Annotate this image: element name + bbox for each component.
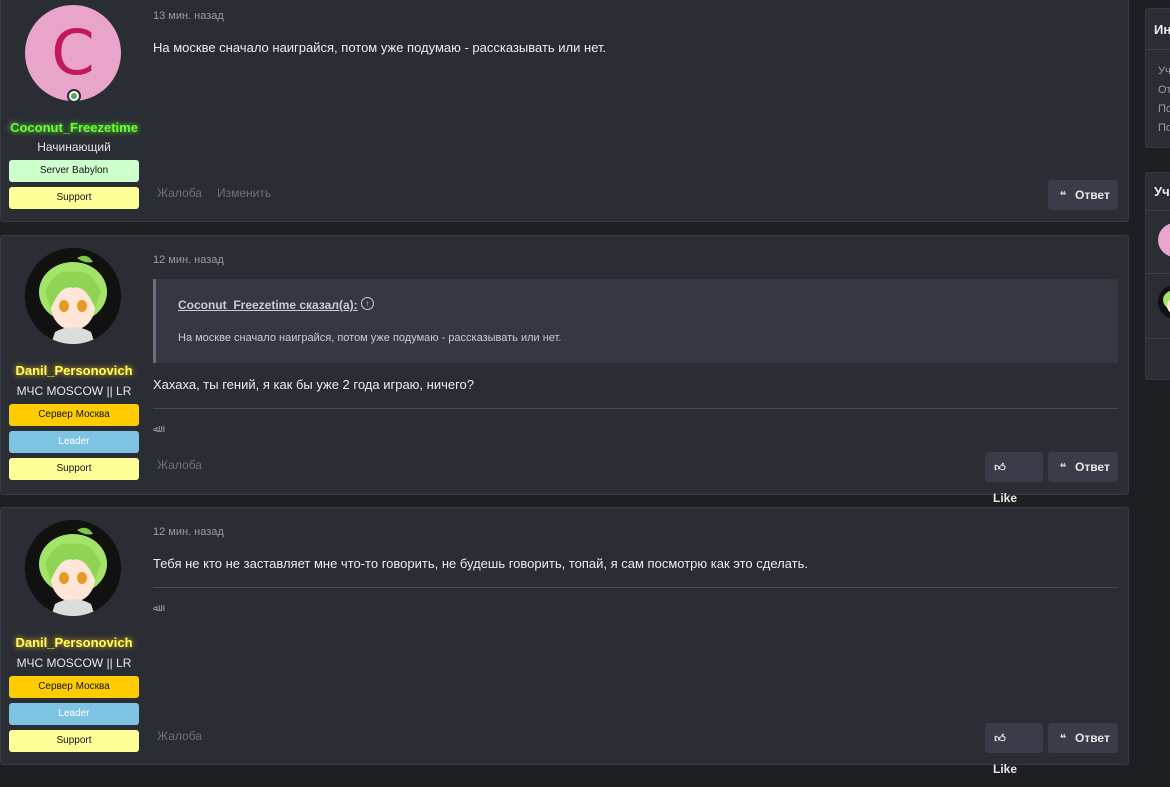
signature-divider — [153, 408, 1118, 409]
signature-divider — [153, 587, 1118, 588]
signature: ﷲ — [153, 424, 159, 435]
quote-icon: ❝ — [1059, 190, 1067, 202]
edit-link[interactable]: Изменить — [217, 186, 271, 200]
username[interactable]: Danil_Personovich — [1, 635, 147, 650]
user-title: Начинающий — [37, 140, 111, 154]
user-badge: Сервер Москва — [9, 676, 139, 698]
online-status-icon — [67, 89, 81, 103]
like-button[interactable]: 👍︎ Like — [985, 723, 1043, 776]
avatar[interactable] — [25, 248, 121, 344]
divider — [1146, 338, 1170, 339]
user-badge: Support — [9, 187, 139, 209]
thumbs-up-icon: 👍︎ — [994, 733, 1006, 745]
post-time[interactable]: 12 мин. назад — [153, 254, 224, 266]
like-label: Like — [993, 762, 1018, 776]
quote-icon: ❝ — [1059, 733, 1067, 745]
divider — [1146, 49, 1170, 50]
arrow-up-circle-icon[interactable]: ↑ — [361, 297, 374, 310]
reply-label: Ответ — [1075, 188, 1110, 202]
user-badge: Support — [9, 458, 139, 480]
post-time[interactable]: 13 мин. назад — [153, 10, 224, 22]
quote-author-link[interactable]: Coconut_Freezetime сказал(а): — [178, 298, 358, 312]
user-badge: Сервер Москва — [9, 404, 139, 426]
avatar[interactable] — [1158, 223, 1170, 257]
avatar-image — [25, 248, 121, 344]
reply-label: Ответ — [1075, 731, 1110, 745]
sidebar-info-line: От — [1158, 84, 1170, 96]
divider — [1146, 210, 1170, 211]
signature: ﷲ — [153, 603, 159, 614]
report-link[interactable]: Жалоба — [157, 729, 202, 743]
sidebar-info-line: Уч — [1158, 65, 1170, 77]
user-badge: Server Babylon — [9, 160, 139, 182]
user-badge: Leader — [9, 431, 139, 453]
post-3: Danil_Personovich МЧС MOSCOW || LR Серве… — [0, 507, 1129, 776]
reply-button[interactable]: ❝ Ответ — [1048, 180, 1118, 210]
sidebar-participants-title: Уч — [1154, 184, 1170, 199]
user-title: МЧС MOSCOW || LR — [16, 656, 132, 670]
reply-button[interactable]: ❝ Ответ — [1048, 723, 1118, 753]
like-label: Like — [993, 491, 1018, 505]
user-badge: Support — [9, 730, 139, 752]
post-time[interactable]: 12 мин. назад — [153, 526, 224, 538]
report-link[interactable]: Жалоба — [157, 186, 202, 200]
avatar[interactable] — [1158, 285, 1170, 319]
post-1: C Coconut_Freezetime Начинающий Server B… — [0, 0, 1129, 222]
quote-icon: ❝ — [1059, 462, 1067, 474]
avatar[interactable] — [25, 520, 121, 616]
post-message: Тебя не кто не заставляет мне что-то гов… — [153, 556, 808, 571]
user-title: МЧС MOSCOW || LR — [16, 384, 132, 398]
sidebar-info-line: По — [1158, 122, 1170, 134]
quote-text: На москве сначало наиграйся, потом уже п… — [178, 332, 562, 344]
post-message: На москве сначало наиграйся, потом уже п… — [153, 40, 607, 55]
avatar-image — [1158, 285, 1170, 319]
sidebar-info-line: По — [1158, 103, 1170, 115]
sidebar-info-block: Ин Уч От По По — [1145, 8, 1170, 148]
post-message: Хахаха, ты гений, я как бы уже 2 года иг… — [153, 377, 475, 392]
sidebar-info-title: Ин — [1154, 22, 1170, 37]
report-link[interactable]: Жалоба — [157, 458, 202, 472]
reply-label: Ответ — [1075, 460, 1110, 474]
user-badge: Leader — [9, 703, 139, 725]
divider — [1146, 273, 1170, 274]
thumbs-up-icon: 👍︎ — [994, 462, 1006, 474]
avatar-image — [25, 520, 121, 616]
username[interactable]: Coconut_Freezetime — [1, 120, 147, 135]
post-2: Danil_Personovich МЧС MOSCOW || LR Серве… — [0, 235, 1129, 505]
reply-button[interactable]: ❝ Ответ — [1048, 452, 1118, 482]
sidebar-participants-block: Уч — [1145, 172, 1170, 380]
username[interactable]: Danil_Personovich — [1, 363, 147, 378]
quote-block: Coconut_Freezetime сказал(а): ↑ На москв… — [153, 279, 1118, 363]
like-button[interactable]: 👍︎ Like — [985, 452, 1043, 505]
avatar[interactable]: C — [25, 5, 121, 101]
